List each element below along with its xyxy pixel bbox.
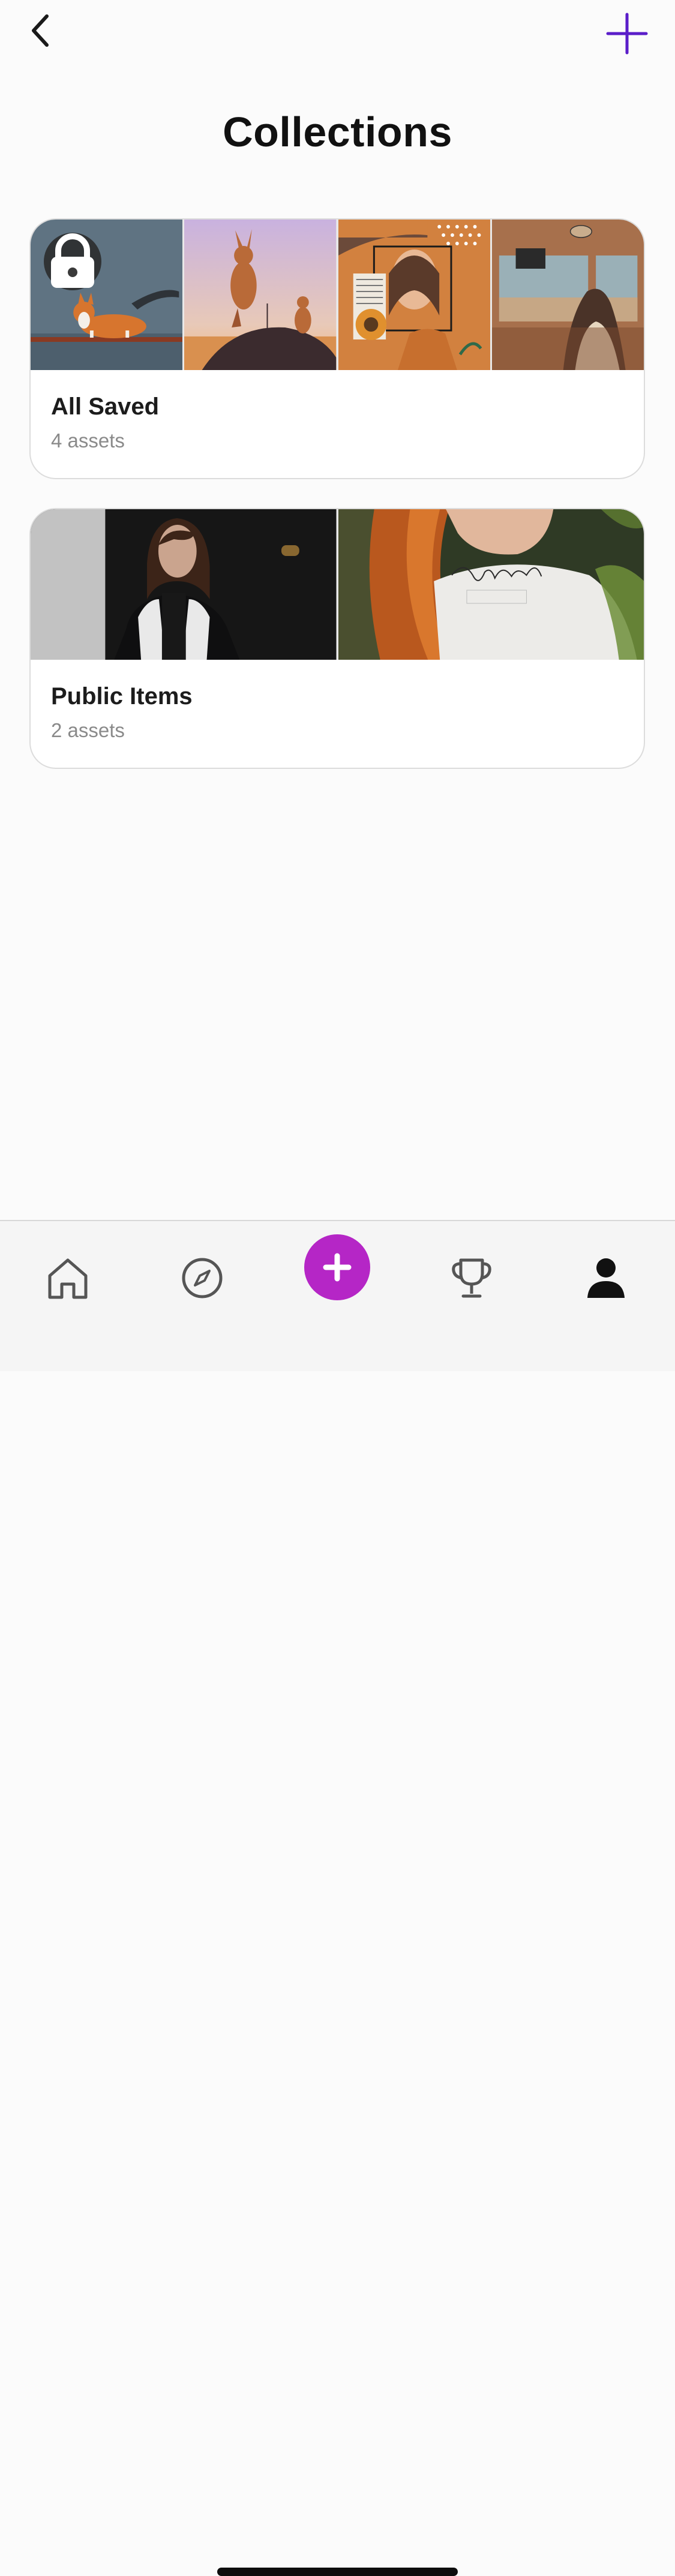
portrait-collage-image <box>338 220 490 370</box>
home-indicator <box>217 2568 458 2576</box>
thursday-shirt-image <box>338 509 644 660</box>
collection-name: Public Items <box>51 683 193 710</box>
corgi-fox-image <box>31 220 183 370</box>
collection-name: All Saved <box>51 393 160 420</box>
plus-icon <box>606 13 648 55</box>
kangaroo-dog-image <box>184 220 337 370</box>
back-button[interactable] <box>13 4 67 58</box>
page-title: Collections <box>223 109 452 155</box>
compass-icon <box>182 1258 223 1298</box>
train-window-image <box>491 220 644 370</box>
tab-explore[interactable] <box>169 1245 235 1311</box>
person-icon <box>587 1258 625 1298</box>
private-badge <box>44 233 101 290</box>
tab-create[interactable] <box>304 1234 370 1300</box>
tab-profile[interactable] <box>573 1245 639 1311</box>
woman-jacket-image <box>31 509 337 660</box>
trophy-icon <box>452 1258 491 1298</box>
collection-asset-count: 2 assets <box>51 719 125 741</box>
collection-asset-count: 4 assets <box>51 429 125 452</box>
collection-thumbnails <box>31 220 644 370</box>
top-bar <box>0 0 675 66</box>
collection-thumbnails <box>31 509 644 660</box>
collection-card-all-saved[interactable]: All Saved 4 assets <box>29 218 645 479</box>
bottom-tab-bar <box>0 1220 675 2576</box>
home-icon <box>48 1258 88 1299</box>
add-collection-button[interactable] <box>597 4 657 64</box>
chevron-left-icon <box>32 14 49 47</box>
plus-icon <box>323 1253 352 1282</box>
lock-icon <box>51 233 94 288</box>
tab-leaderboard[interactable] <box>439 1245 505 1311</box>
collection-card-public-items[interactable]: Public Items 2 assets <box>29 508 645 769</box>
tab-home[interactable] <box>35 1245 101 1311</box>
